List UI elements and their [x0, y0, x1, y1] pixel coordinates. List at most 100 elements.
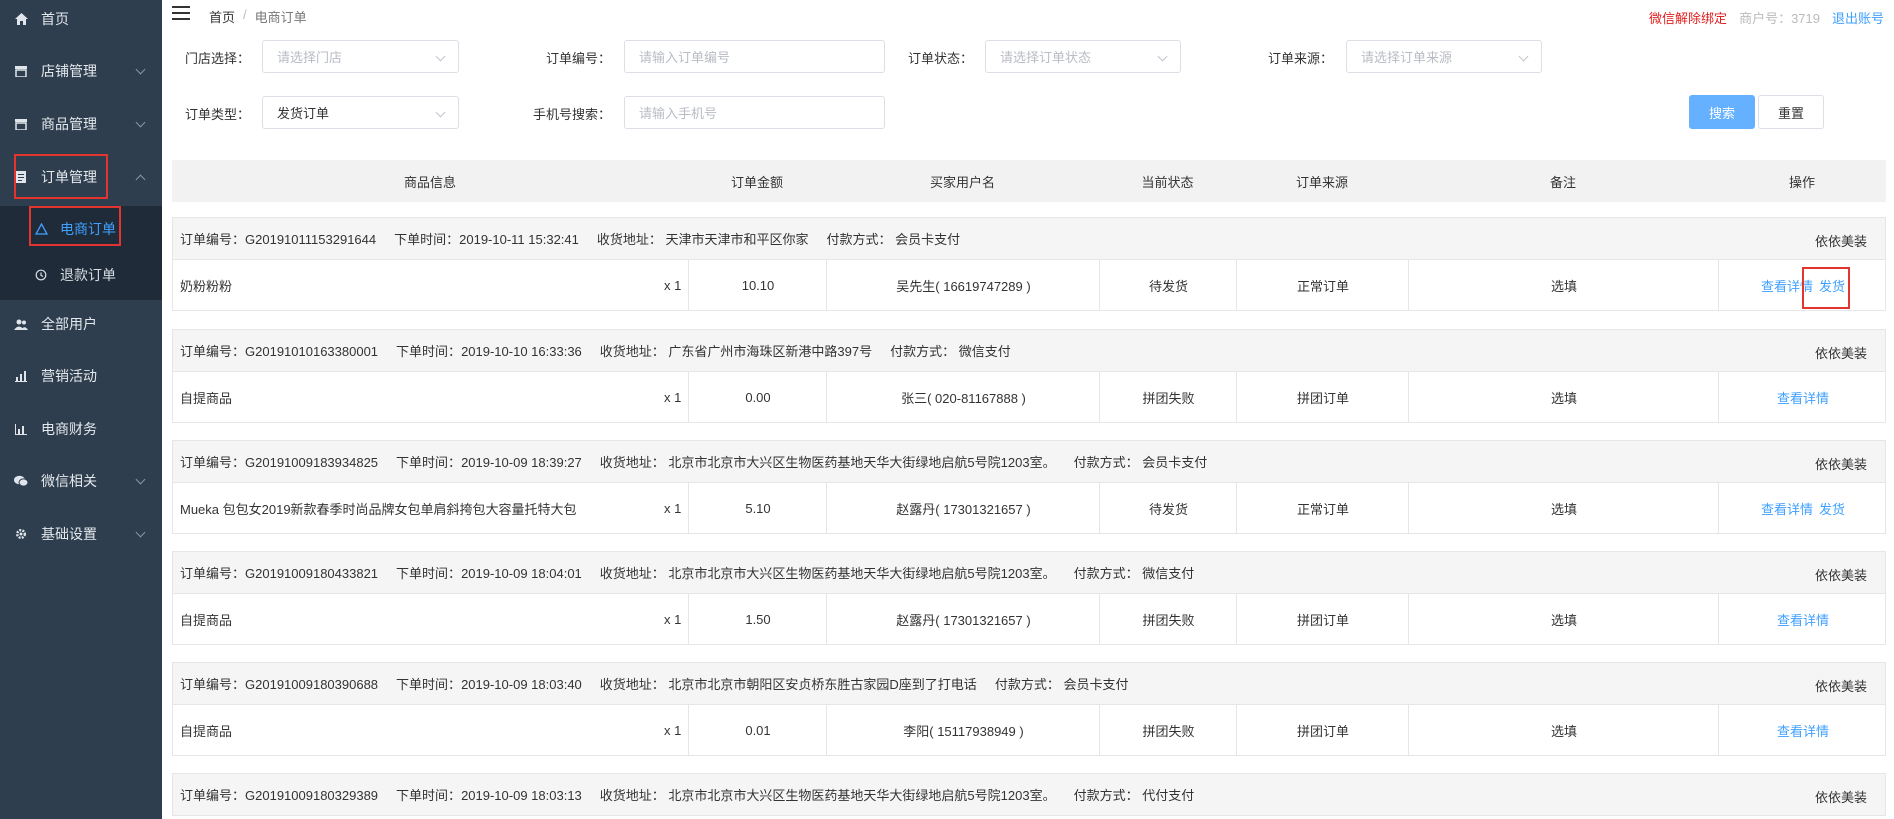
- column-header-actions: 操作: [1788, 174, 1815, 190]
- reset-button[interactable]: 重置: [1758, 95, 1824, 129]
- order-no-input[interactable]: 请输入订单编号: [624, 40, 885, 73]
- marketing-chart-icon: [13, 368, 29, 384]
- order-time-value: 2019-10-09 18:03:13: [461, 788, 582, 803]
- order-remark: 选填: [1550, 390, 1577, 406]
- order-time-label: 下单时间：: [396, 677, 462, 692]
- sidebar-item-wechat[interactable]: 微信相关: [0, 455, 162, 507]
- order-item-row: Mueka 包包女2019新款春季时尚品牌女包单肩斜挎包大容量托特大包 x 1 …: [173, 483, 1885, 533]
- order-no-label: 订单编号：: [180, 677, 246, 692]
- sidebar-item-settings[interactable]: 基础设置: [0, 508, 162, 560]
- sidebar-subitem-ecommerce-orders[interactable]: 电商订单: [0, 206, 162, 252]
- home-icon: [13, 11, 29, 27]
- order-amount: 0.01: [745, 722, 771, 738]
- sidebar-item-finance[interactable]: 电商财务: [0, 403, 162, 455]
- order-status-placeholder: 请选择订单状态: [1000, 50, 1092, 65]
- logout-link[interactable]: 退出账号: [1832, 8, 1884, 27]
- order-no-value: G20191009180433821: [245, 566, 379, 581]
- buyer-name: 李阳( 15117938949 ): [903, 723, 1024, 739]
- product-qty: x 1: [664, 722, 682, 738]
- ship-link[interactable]: 发货: [1819, 499, 1845, 518]
- order-card: 订单编号：G20191011153291644 下单时间：2019-10-11 …: [172, 217, 1886, 311]
- sidebar-item-orders[interactable]: 订单管理: [0, 151, 162, 203]
- product-qty: x 1: [664, 500, 682, 516]
- breadcrumb-separator: /: [243, 7, 247, 22]
- column-header-remark: 备注: [1549, 174, 1576, 190]
- pay-method-value: 会员卡支付: [1142, 455, 1208, 470]
- order-no-value: G20191010163380001: [245, 344, 379, 359]
- pay-method-value: 会员卡支付: [1063, 677, 1129, 692]
- order-type-value: 发货订单: [277, 106, 330, 121]
- chevron-down-icon: [1518, 51, 1529, 62]
- merchant-id: 商户号：3719: [1739, 11, 1820, 26]
- store-select-label: 门店选择：: [185, 51, 251, 66]
- order-no-placeholder: 请输入订单编号: [639, 50, 731, 65]
- sidebar-subitem-refund-orders[interactable]: 退款订单: [0, 252, 162, 298]
- store-select[interactable]: 请选择门店: [262, 40, 459, 73]
- order-time-label: 下单时间：: [394, 232, 460, 247]
- order-card: 订单编号：G20191009183934825 下单时间：2019-10-09 …: [172, 440, 1886, 534]
- sidebar-item-label: 微信相关: [41, 473, 97, 489]
- order-amount: 5.10: [745, 500, 771, 516]
- store-name: 依依美装: [1814, 679, 1867, 694]
- search-button[interactable]: 搜索: [1689, 95, 1755, 129]
- view-detail-link[interactable]: 查看详情: [1777, 388, 1829, 407]
- sidebar-item-store[interactable]: 店铺管理: [0, 45, 162, 97]
- order-type-select[interactable]: 发货订单: [262, 96, 459, 129]
- view-detail-link[interactable]: 查看详情: [1761, 499, 1813, 518]
- order-header: 订单编号：G20191010163380001 下单时间：2019-10-10 …: [173, 330, 1885, 372]
- view-detail-link[interactable]: 查看详情: [1777, 610, 1829, 629]
- sidebar-item-label: 商品管理: [41, 116, 97, 132]
- order-actions: 查看详情: [1719, 594, 1887, 644]
- triangle-icon: [34, 222, 48, 236]
- table-header: 商品信息 订单金额 买家用户名 当前状态 订单来源 备注 操作: [172, 160, 1886, 202]
- order-remark: 选填: [1550, 723, 1577, 739]
- pay-method-label: 付款方式：: [994, 677, 1060, 692]
- pay-method-label: 付款方式：: [1073, 566, 1139, 581]
- order-source-select[interactable]: 请选择订单来源: [1346, 40, 1542, 73]
- order-card: 订单编号：G20191009180433821 下单时间：2019-10-09 …: [172, 551, 1886, 645]
- order-actions: 查看详情 发货: [1719, 483, 1887, 533]
- order-time-value: 2019-10-09 18:03:40: [461, 677, 582, 692]
- address-label: 收货地址：: [599, 677, 665, 692]
- view-detail-link[interactable]: 查看详情: [1761, 276, 1813, 295]
- column-header-product: 商品信息: [403, 174, 456, 190]
- ship-link[interactable]: 发货: [1819, 276, 1845, 295]
- view-detail-link[interactable]: 查看详情: [1777, 721, 1829, 740]
- sidebar-submenu-orders: 电商订单 退款订单: [0, 206, 162, 300]
- phone-search-input[interactable]: 请输入手机号: [624, 96, 885, 129]
- order-card: 订单编号：G20191009180390688 下单时间：2019-10-09 …: [172, 662, 1886, 756]
- pay-method-label: 付款方式：: [890, 344, 956, 359]
- sidebar-item-home[interactable]: 首页: [0, 0, 162, 45]
- wechat-unbind-link[interactable]: 微信解除绑定: [1649, 8, 1727, 27]
- users-icon: [13, 316, 29, 332]
- order-no-label: 订单编号：: [180, 788, 246, 803]
- order-source-placeholder: 请选择订单来源: [1361, 50, 1453, 65]
- order-item-row: 自提商品 x 1 0.01 李阳( 15117938949 ) 拼团失败 拼团订…: [173, 705, 1885, 755]
- order-no-value: G20191009180390688: [245, 677, 379, 692]
- wechat-icon: [13, 473, 29, 489]
- product-name: 奶粉粉粉: [180, 278, 233, 294]
- order-header: 订单编号：G20191009180390688 下单时间：2019-10-09 …: [173, 663, 1885, 705]
- store-name: 依依美装: [1814, 457, 1867, 472]
- sidebar-item-marketing[interactable]: 营销活动: [0, 350, 162, 402]
- sidebar-item-label: 营销活动: [41, 368, 97, 384]
- sidebar-item-users[interactable]: 全部用户: [0, 298, 162, 350]
- menu-toggle-icon[interactable]: [172, 6, 190, 22]
- pay-method-label: 付款方式：: [826, 232, 892, 247]
- column-header-buyer: 买家用户名: [929, 174, 995, 190]
- phone-search-label: 手机号搜索：: [533, 107, 612, 122]
- breadcrumb-home[interactable]: 首页: [209, 7, 235, 26]
- order-time-value: 2019-10-09 18:39:27: [461, 455, 582, 470]
- finance-chart-icon: [13, 421, 29, 437]
- order-status-select[interactable]: 请选择订单状态: [985, 40, 1181, 73]
- order-no-label: 订单编号：: [180, 566, 246, 581]
- order-remark: 选填: [1550, 278, 1577, 294]
- order-status: 待发货: [1148, 501, 1188, 517]
- sidebar-item-label: 首页: [41, 11, 69, 27]
- order-source: 正常订单: [1296, 278, 1349, 294]
- sidebar-item-goods[interactable]: 商品管理: [0, 98, 162, 150]
- order-source: 拼团订单: [1296, 390, 1349, 406]
- order-no-label: 订单编号：: [546, 51, 612, 66]
- order-time-value: 2019-10-10 16:33:36: [461, 344, 582, 359]
- breadcrumb: 首页 / 电商订单: [209, 7, 307, 26]
